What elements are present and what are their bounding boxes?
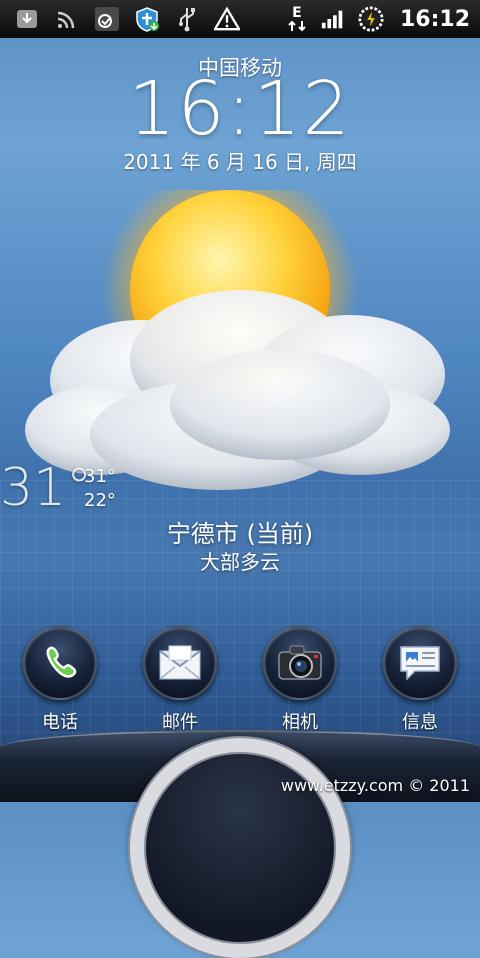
mail-button[interactable] <box>143 626 217 700</box>
low-temperature: 22° <box>84 490 116 511</box>
data-arrows-icon: E <box>286 6 308 32</box>
message-icon <box>400 646 440 681</box>
lockscreen-clock: 16:12 <box>128 66 352 152</box>
dock-label-messages: 信息 <box>402 712 438 733</box>
battery-charging-icon <box>358 6 384 32</box>
unlock-ring[interactable] <box>130 738 350 958</box>
signal-icon <box>320 6 346 32</box>
status-bar: E 16:12 <box>0 0 480 38</box>
lockscreen-date: 2011 年 6 月 16 日, 周四 <box>123 150 357 174</box>
mail-icon <box>159 645 201 680</box>
weather-condition: 大部多云 <box>200 550 280 574</box>
current-temperature: 31° <box>0 458 93 518</box>
warning-icon <box>214 6 240 32</box>
dock-item-messages[interactable]: 信息 <box>372 626 468 734</box>
camera-icon <box>278 645 322 680</box>
network-type-label: E <box>292 5 302 21</box>
camera-button[interactable] <box>263 626 337 700</box>
high-temperature: 31° <box>84 466 116 487</box>
lockscreen-dock: 电话 邮件 相机 信息 <box>0 626 480 736</box>
usb-icon <box>174 6 200 32</box>
security-shield-icon <box>134 6 160 32</box>
download-icon <box>14 6 40 32</box>
phone-icon <box>46 646 77 678</box>
dock-item-mail[interactable]: 邮件 <box>132 626 228 734</box>
dock-item-camera[interactable]: 相机 <box>252 626 348 734</box>
phone-button[interactable] <box>23 626 97 700</box>
dock-item-phone[interactable]: 电话 <box>12 626 108 734</box>
dock-label-phone: 电话 <box>42 712 78 733</box>
evernote-icon <box>94 6 120 32</box>
wifi-icon <box>54 6 80 32</box>
messages-button[interactable] <box>383 626 457 700</box>
weather-city[interactable]: 宁德市 (当前) <box>0 514 480 549</box>
watermark: www.etzzy.com © 2011 <box>280 776 470 795</box>
status-time: 16:12 <box>399 6 470 32</box>
